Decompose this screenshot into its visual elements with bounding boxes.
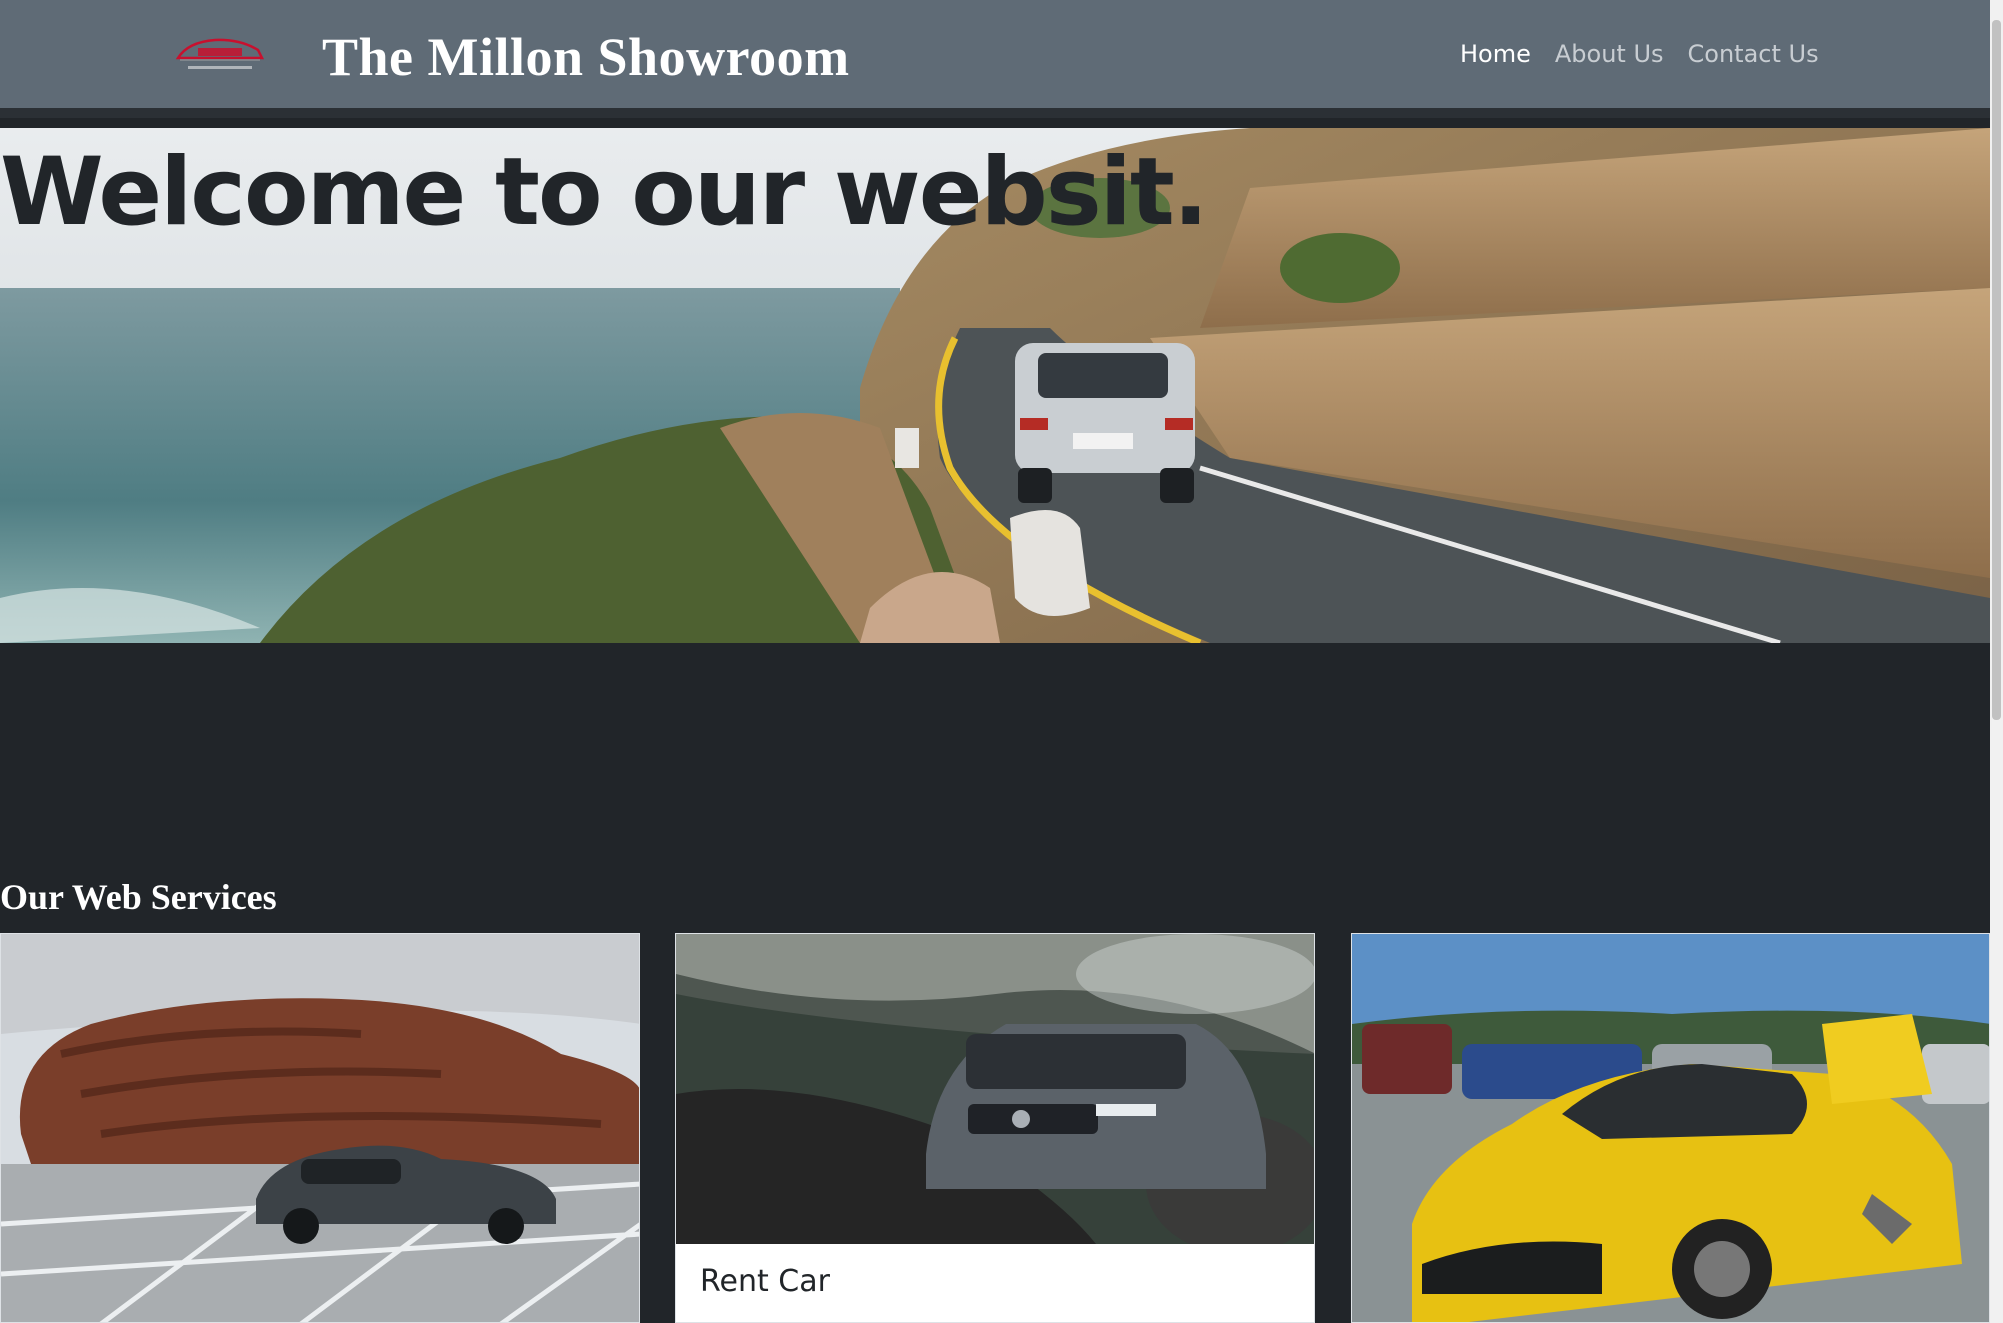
scrollbar-thumb[interactable]	[1992, 20, 2001, 720]
yellow-damaged-charger-photo	[1352, 934, 1989, 1322]
red-car-logo-icon[interactable]	[170, 30, 270, 80]
nav-home-link[interactable]: Home	[1460, 40, 1531, 68]
card-title: Rent Car	[700, 1264, 830, 1299]
brand-title[interactable]: The Millon Showroom	[322, 26, 850, 88]
service-card[interactable]	[0, 933, 640, 1323]
nav-about-link[interactable]: About Us	[1555, 40, 1664, 68]
page-scrollbar[interactable]	[1990, 0, 2003, 1323]
nav-links: Home About Us Contact Us	[1460, 40, 1819, 68]
service-card[interactable]	[1351, 933, 1990, 1323]
services-heading: Our Web Services	[0, 877, 277, 917]
grey-volvo-suv-photo	[676, 934, 1314, 1244]
hero-title: Welcome to our websit.	[0, 138, 1209, 247]
grey-sports-car-photo	[1, 934, 639, 1322]
nav-contact-link[interactable]: Contact Us	[1688, 40, 1819, 68]
navbar: The Millon Showroom Home About Us Contac…	[0, 0, 1990, 118]
service-card[interactable]: Rent Car	[675, 933, 1315, 1323]
hero-banner: Welcome to our websit.	[0, 128, 1990, 643]
